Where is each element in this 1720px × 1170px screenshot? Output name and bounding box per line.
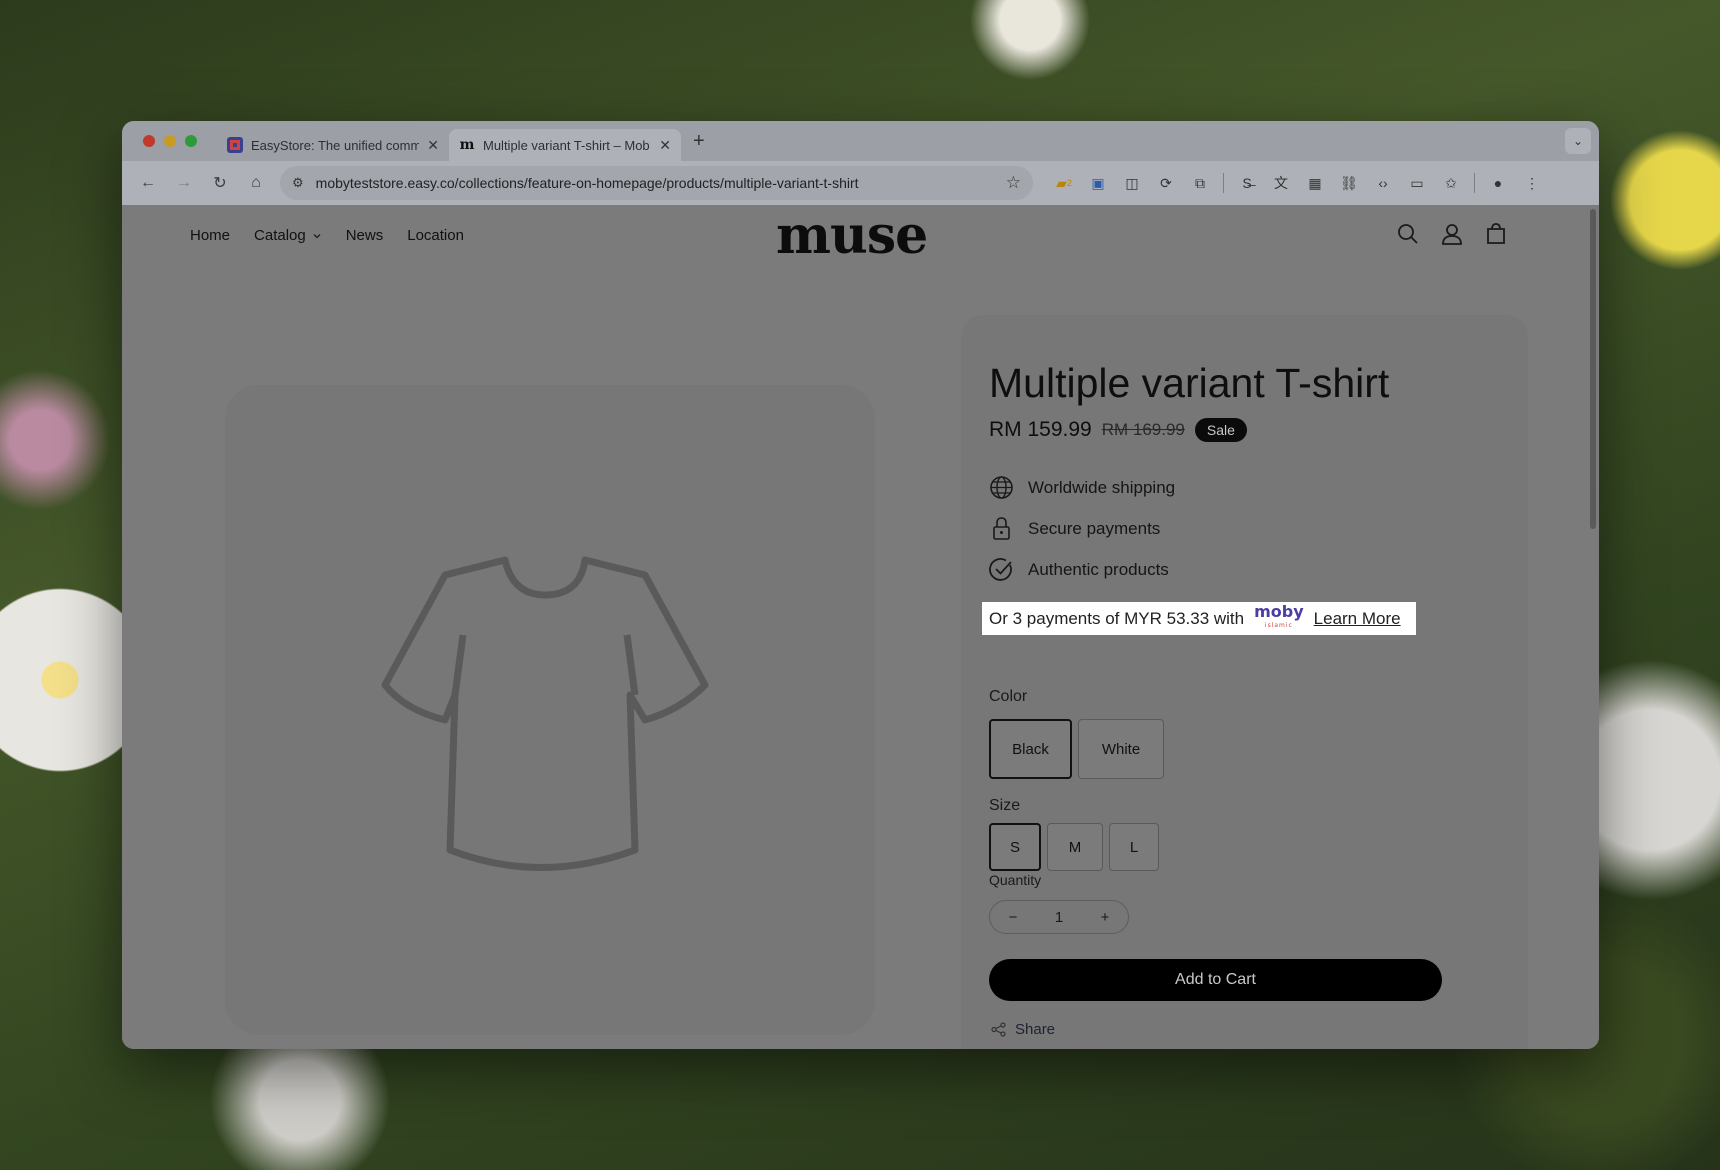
feature-list: Worldwide shipping Secure payments Authe… <box>989 475 1175 582</box>
share-button[interactable]: Share <box>991 1021 1055 1038</box>
nav-catalog-label: Catalog <box>254 227 306 244</box>
site-settings-icon[interactable]: ⚙ <box>292 175 304 191</box>
sale-price: RM 159.99 <box>989 418 1092 441</box>
tab-title: EasyStore: The unified comm <box>251 137 420 153</box>
toolbar-divider <box>1223 173 1224 193</box>
globe-icon <box>990 476 1013 499</box>
profile-avatar-icon[interactable]: ● <box>1483 168 1513 198</box>
quantity-stepper: − 1 + <box>989 900 1129 934</box>
browser-toolbar: ← → ↻ ⌂ ⚙ mobyteststore.easy.co/collecti… <box>122 161 1599 205</box>
search-icon[interactable] <box>1397 223 1419 245</box>
cart-icon[interactable] <box>1485 223 1507 245</box>
size-option-s[interactable]: S <box>989 823 1041 871</box>
devices-icon[interactable]: ▭ <box>1402 168 1432 198</box>
feature-item: Authentic products <box>989 557 1175 582</box>
reload-icon[interactable]: ↻ <box>204 167 236 199</box>
nav-location[interactable]: Location <box>407 227 464 244</box>
close-tab-icon[interactable]: ✕ <box>659 137 671 154</box>
nav-catalog[interactable]: Catalog <box>254 227 322 244</box>
color-option-white[interactable]: White <box>1078 719 1164 779</box>
size-option-m[interactable]: M <box>1047 823 1103 871</box>
quantity-label: Quantity <box>989 872 1042 888</box>
learn-more-link[interactable]: Learn More <box>1314 609 1401 629</box>
browser-window: EasyStore: The unified comm ✕ m Multiple… <box>122 121 1599 1049</box>
feature-label: Worldwide shipping <box>1028 477 1176 497</box>
size-option-l[interactable]: L <box>1109 823 1159 871</box>
moby-brand: moby <box>1254 601 1304 621</box>
sync-extension-icon[interactable]: ⟳ <box>1151 168 1181 198</box>
tshirt-placeholder-icon <box>381 556 709 871</box>
header-actions <box>1397 223 1507 245</box>
scrollbar-thumb[interactable] <box>1590 209 1596 529</box>
new-tab-button[interactable]: + <box>693 130 705 153</box>
compare-at-price: RM 169.99 <box>1101 420 1185 439</box>
qr-code-icon[interactable]: ▦ <box>1300 168 1330 198</box>
home-icon[interactable]: ⌂ <box>240 167 272 199</box>
increase-quantity-button[interactable]: + <box>1090 909 1120 926</box>
moby-logo: moby islamic <box>1254 601 1304 633</box>
page-scrollbar[interactable] <box>1587 205 1599 1049</box>
easystore-favicon <box>227 137 243 153</box>
m-favicon: m <box>459 137 475 153</box>
add-to-cart-button[interactable]: Add to Cart <box>989 959 1442 1001</box>
link-icon[interactable]: ⛓ <box>1334 168 1364 198</box>
feature-item: Worldwide shipping <box>989 475 1175 500</box>
size-label: Size <box>989 797 1021 814</box>
nav-home[interactable]: Home <box>190 227 230 244</box>
forward-icon[interactable]: → <box>168 167 200 199</box>
color-option-black[interactable]: Black <box>989 719 1072 779</box>
share-icon <box>991 1022 1006 1037</box>
minimize-window-button[interactable] <box>164 135 176 147</box>
close-tab-icon[interactable]: ✕ <box>427 137 439 154</box>
color-options: Black White <box>989 719 1164 779</box>
account-icon[interactable] <box>1441 223 1463 245</box>
strikethrough-icon[interactable]: S̶ <box>1232 168 1262 198</box>
folder-extension-icon[interactable]: ▰ 2 <box>1049 168 1079 198</box>
decrease-quantity-button[interactable]: − <box>998 909 1028 926</box>
extension-badge: 2 <box>1066 178 1072 188</box>
tab-product[interactable]: m Multiple variant T-shirt – Mob ✕ <box>449 129 681 161</box>
feature-label: Authentic products <box>1028 559 1169 579</box>
maximize-window-button[interactable] <box>185 135 197 147</box>
share-label: Share <box>1015 1021 1056 1038</box>
lock-icon <box>993 517 1010 540</box>
store-logo[interactable]: muse <box>776 205 928 266</box>
check-circle-icon <box>989 558 1012 581</box>
product-image-placeholder[interactable] <box>225 385 875 1035</box>
address-bar[interactable]: ⚙ mobyteststore.easy.co/collections/feat… <box>280 166 1033 200</box>
tab-easystore[interactable]: EasyStore: The unified comm ✕ <box>217 129 449 161</box>
chevron-down-icon <box>313 233 321 238</box>
color-label: Color <box>989 688 1028 705</box>
nav-news[interactable]: News <box>346 227 384 244</box>
toolbar-divider <box>1474 173 1475 193</box>
close-window-button[interactable] <box>143 135 155 147</box>
url-text[interactable]: mobyteststore.easy.co/collections/featur… <box>316 175 994 191</box>
product-title: Multiple variant T-shirt <box>989 360 1390 406</box>
puzzle-extension-icon[interactable]: ⧉ <box>1185 168 1215 198</box>
size-options: S M L <box>989 823 1159 871</box>
price-row: RM 159.99 RM 169.99 Sale <box>989 418 1247 442</box>
quantity-input[interactable]: 1 <box>1044 909 1074 926</box>
notion-extension-icon[interactable]: ◫ <box>1117 168 1147 198</box>
window-controls <box>143 135 197 147</box>
bookmark-star-icon[interactable]: ☆ <box>1006 173 1021 193</box>
feature-item: Secure payments <box>989 516 1175 541</box>
f-extension-icon[interactable]: ▣ <box>1083 168 1113 198</box>
translate-icon[interactable]: 文 <box>1266 168 1296 198</box>
code-icon[interactable]: ‹› <box>1368 168 1398 198</box>
main-nav: Home Catalog News Location <box>190 227 464 244</box>
sale-badge: Sale <box>1194 418 1247 442</box>
tab-search-chevron-icon[interactable]: ⌄ <box>1565 128 1591 154</box>
store-page: Home Catalog News Location muse Multiple… <box>122 205 1587 1049</box>
installment-banner: Or 3 payments of MYR 53.33 with moby isl… <box>982 602 1416 635</box>
bookmarks-icon[interactable]: ✩ <box>1436 168 1466 198</box>
more-menu-icon[interactable]: ⋮ <box>1517 168 1547 198</box>
feature-label: Secure payments <box>1028 518 1161 538</box>
tab-title: Multiple variant T-shirt – Mob <box>483 137 650 153</box>
installment-text: Or 3 payments of MYR 53.33 with <box>989 608 1245 628</box>
back-icon[interactable]: ← <box>132 167 164 199</box>
tab-strip: EasyStore: The unified comm ✕ m Multiple… <box>122 121 1599 161</box>
moby-brand-sub: islamic <box>1264 621 1293 629</box>
